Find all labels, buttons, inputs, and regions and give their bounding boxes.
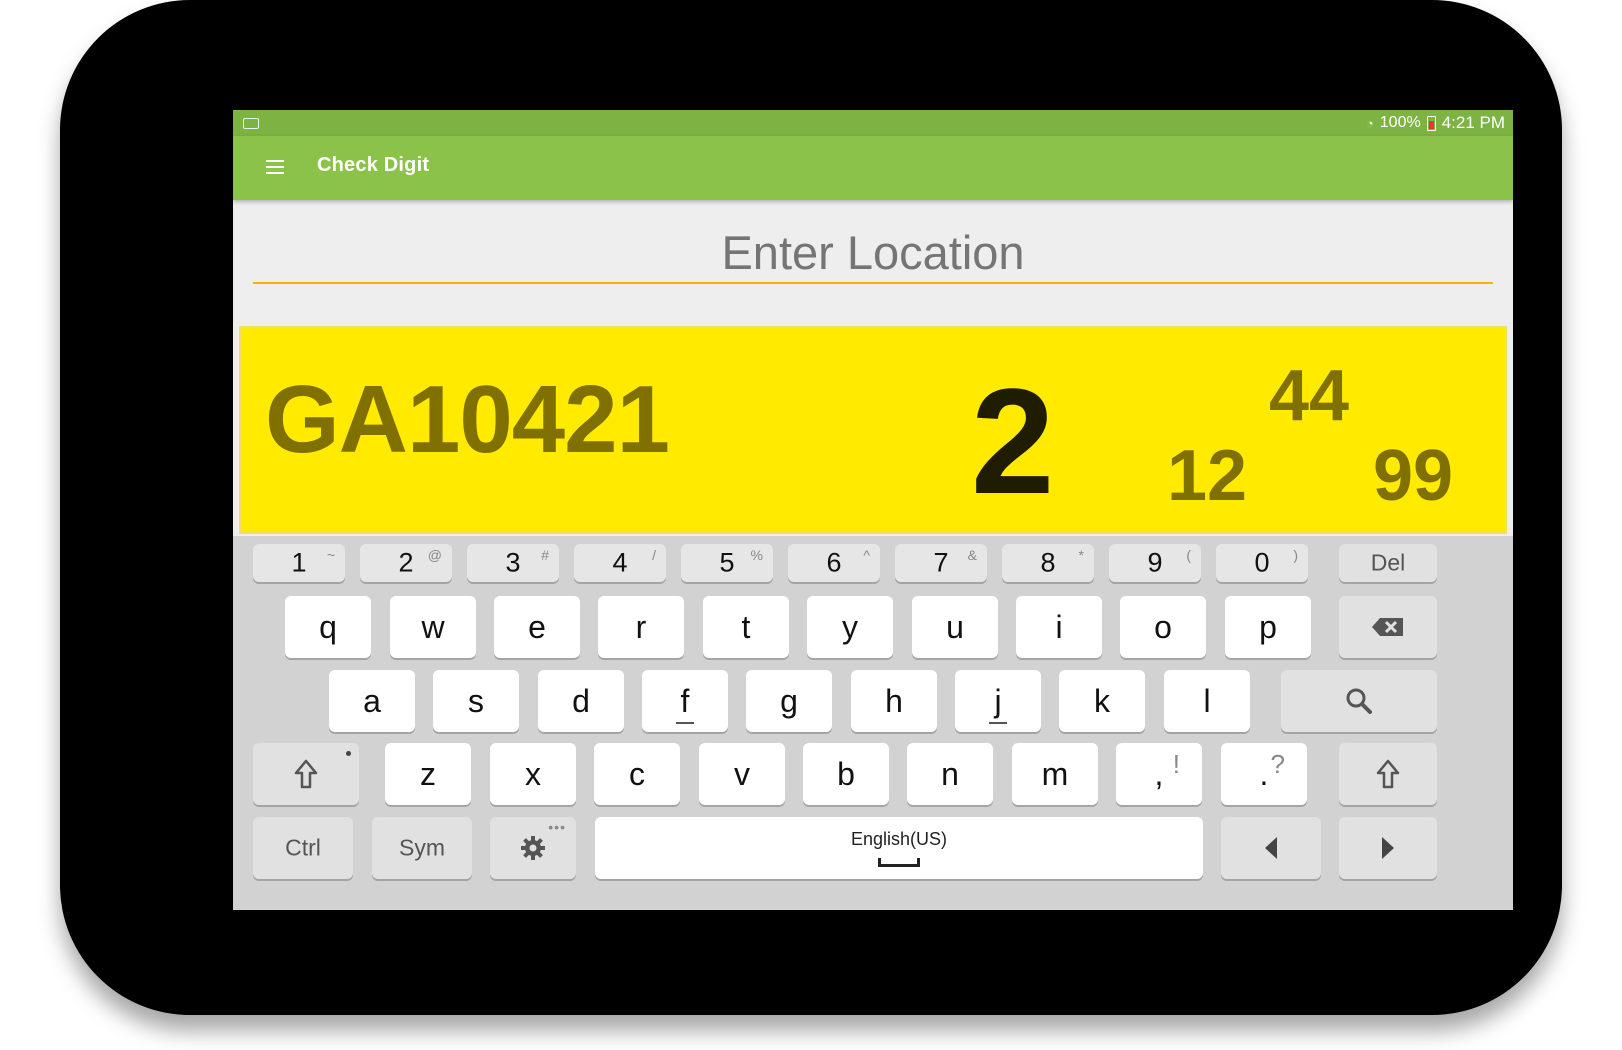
key-period[interactable]: .?	[1221, 743, 1307, 805]
key-a[interactable]: a	[329, 670, 415, 732]
key-j[interactable]: j	[955, 670, 1041, 732]
key-r[interactable]: r	[598, 596, 684, 658]
search-key[interactable]	[1281, 670, 1437, 732]
battery-icon	[1426, 115, 1436, 131]
key-u[interactable]: u	[912, 596, 998, 658]
key-x[interactable]: x	[490, 743, 576, 805]
key-5[interactable]: 5%	[681, 544, 773, 582]
shift-key-left[interactable]	[253, 743, 359, 805]
backspace-key[interactable]	[1339, 596, 1437, 658]
arrow-left-key[interactable]	[1221, 817, 1321, 879]
top-value: 44	[1269, 356, 1350, 436]
key-v[interactable]: v	[699, 743, 785, 805]
search-icon	[1346, 688, 1372, 714]
app-bar: Check Digit	[233, 136, 1513, 200]
space-bar-icon	[878, 858, 920, 867]
check-digit: 2	[971, 357, 1055, 525]
key-y[interactable]: y	[807, 596, 893, 658]
gear-icon	[521, 836, 545, 860]
location-code: GA10421	[265, 366, 670, 473]
key-s[interactable]: s	[433, 670, 519, 732]
sym-key[interactable]: Sym	[372, 817, 472, 879]
shift-key-right[interactable]	[1339, 743, 1437, 805]
key-g[interactable]: g	[746, 670, 832, 732]
space-key[interactable]: English(US)	[595, 817, 1203, 879]
key-4[interactable]: 4/	[574, 544, 666, 582]
home-key-marker	[676, 722, 694, 724]
key-p[interactable]: p	[1225, 596, 1311, 658]
key-m[interactable]: m	[1012, 743, 1098, 805]
wifi-icon: ◔	[1365, 115, 1374, 131]
right-value: 99	[1373, 436, 1454, 516]
key-d[interactable]: d	[538, 670, 624, 732]
more-dots-icon: •••	[548, 819, 566, 835]
arrow-right-icon	[1382, 837, 1394, 859]
app-title: Check Digit	[317, 154, 430, 176]
key-l[interactable]: l	[1164, 670, 1250, 732]
key-h[interactable]: h	[851, 670, 937, 732]
backspace-icon	[1372, 618, 1403, 636]
result-panel: GA10421 2 12 44 99	[239, 326, 1507, 534]
left-value: 12	[1167, 436, 1248, 516]
hamburger-menu-icon[interactable]	[266, 160, 284, 174]
key-0[interactable]: 0)	[1216, 544, 1308, 582]
home-key-marker	[989, 722, 1007, 724]
key-2[interactable]: 2 @	[360, 544, 452, 582]
del-key[interactable]: Del	[1339, 544, 1437, 582]
key-8[interactable]: 8 *	[1002, 544, 1094, 582]
key-comma[interactable]: ,!	[1116, 743, 1202, 805]
key-7[interactable]: 7 &	[895, 544, 987, 582]
key-9[interactable]: 9(	[1109, 544, 1201, 582]
shift-icon	[294, 759, 318, 789]
key-c[interactable]: c	[594, 743, 680, 805]
key-k[interactable]: k	[1059, 670, 1145, 732]
clock: 4:21 PM	[1441, 113, 1505, 132]
tablet-frame: ◔ 100% 4:21 PM Check Digit GA10421 2 12 …	[60, 0, 1562, 1015]
key-3[interactable]: 3 #	[467, 544, 559, 582]
keyboard-indicator-icon	[243, 118, 259, 129]
key-q[interactable]: q	[285, 596, 371, 658]
status-right: ◔ 100% 4:21 PM	[1366, 113, 1505, 133]
key-b[interactable]: b	[803, 743, 889, 805]
key-6[interactable]: 6 ^	[788, 544, 880, 582]
key-1[interactable]: 1 ~	[253, 544, 345, 582]
ctrl-key[interactable]: Ctrl	[253, 817, 353, 879]
location-input[interactable]	[253, 222, 1493, 284]
key-w[interactable]: w	[390, 596, 476, 658]
arrow-left-icon	[1265, 837, 1277, 859]
key-n[interactable]: n	[907, 743, 993, 805]
key-z[interactable]: z	[385, 743, 471, 805]
key-f[interactable]: f	[642, 670, 728, 732]
shift-icon	[1376, 759, 1400, 789]
key-t[interactable]: t	[703, 596, 789, 658]
caps-indicator	[346, 751, 351, 756]
screen: ◔ 100% 4:21 PM Check Digit GA10421 2 12 …	[233, 110, 1513, 910]
key-o[interactable]: o	[1120, 596, 1206, 658]
settings-key[interactable]: •••	[490, 817, 576, 879]
soft-keyboard: 1 ~ 2 @ 3 # 4/ 5% 6 ^ 7 & 8 * 9( 0) Del q w e …	[233, 536, 1513, 910]
key-e[interactable]: e	[494, 596, 580, 658]
status-bar: ◔ 100% 4:21 PM	[233, 110, 1513, 136]
arrow-right-key[interactable]	[1339, 817, 1437, 879]
battery-percent: 100%	[1379, 114, 1421, 131]
key-i[interactable]: i	[1016, 596, 1102, 658]
